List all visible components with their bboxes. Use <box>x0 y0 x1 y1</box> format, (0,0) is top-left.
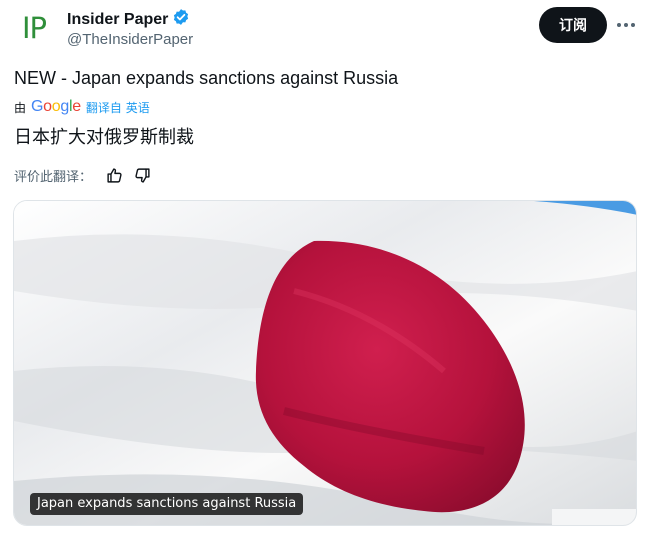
thumbs-down-button[interactable] <box>130 164 154 186</box>
rate-translation-label: 评价此翻译： <box>14 169 93 185</box>
subscribe-button[interactable]: 订阅 <box>539 7 607 43</box>
display-name[interactable]: Insider Paper <box>67 11 168 29</box>
verified-badge-icon <box>172 8 190 31</box>
more-options-button[interactable] <box>612 10 640 40</box>
translated-from-link[interactable]: 翻译自 英语 <box>86 99 150 116</box>
image-caption: Japan expands sanctions against Russia <box>30 493 304 515</box>
thumbs-up-button[interactable] <box>102 164 126 186</box>
google-logo: Google <box>31 98 81 115</box>
thumbs-up-icon <box>106 167 122 183</box>
translated-text: 日本扩大对俄罗斯制裁 <box>14 127 194 148</box>
name-row: Insider Paper <box>67 8 190 31</box>
tweet-media-image[interactable]: Japan expands sanctions against Russia <box>13 200 637 526</box>
tweet-text: NEW - Japan expands sanctions against Ru… <box>14 68 399 88</box>
translation-attribution: 由 Google 翻译自 英语 <box>14 98 150 116</box>
japan-flag-photo <box>14 201 636 525</box>
translated-by-label: 由 <box>14 100 27 115</box>
avatar[interactable]: IP <box>14 8 54 48</box>
more-dots-icon <box>617 23 635 27</box>
rate-translation: 评价此翻译： <box>14 164 158 186</box>
avatar-logo-text: IP <box>21 11 47 45</box>
thumbs-down-icon <box>134 167 150 183</box>
user-handle[interactable]: @TheInsiderPaper <box>67 31 193 48</box>
